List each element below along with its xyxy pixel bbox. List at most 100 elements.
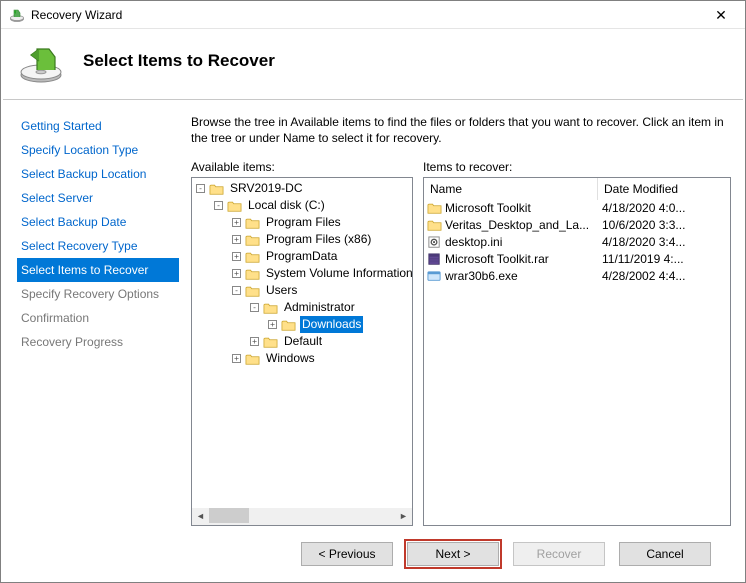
tree-node-label[interactable]: Default <box>282 333 324 350</box>
nav-step-7: Specify Recovery Options <box>17 282 179 306</box>
list-item[interactable]: Veritas_Desktop_and_La...10/6/2020 3:3..… <box>424 217 730 234</box>
folder-icon <box>245 353 260 365</box>
recovery-icon <box>17 37 65 85</box>
item-name: wrar30b6.exe <box>445 268 602 285</box>
folder-icon <box>281 319 296 331</box>
item-name: Microsoft Toolkit <box>445 200 602 217</box>
item-name: Veritas_Desktop_and_La... <box>445 217 602 234</box>
tree-node[interactable]: + ProgramData <box>192 248 412 265</box>
tree-node[interactable]: + System Volume Information <box>192 265 412 282</box>
tree-node-label[interactable]: SRV2019-DC <box>228 180 304 197</box>
tree-node[interactable]: + Program Files <box>192 214 412 231</box>
folder-icon <box>263 302 278 314</box>
item-date: 4/18/2020 4:0... <box>602 200 730 217</box>
folder-icon <box>427 202 442 215</box>
scroll-thumb[interactable] <box>209 508 249 523</box>
tree-node-label[interactable]: Program Files (x86) <box>264 231 373 248</box>
available-items-pane: Available items: -SRV2019-DC-Local disk … <box>191 160 413 526</box>
scroll-left-icon[interactable]: ◄ <box>192 508 209 525</box>
folder-icon <box>245 251 260 263</box>
tree-view[interactable]: -SRV2019-DC-Local disk (C:)+Program File… <box>191 177 413 526</box>
list-item[interactable]: wrar30b6.exe4/28/2002 4:4... <box>424 268 730 285</box>
nav-step-3[interactable]: Select Server <box>17 186 179 210</box>
item-date: 4/28/2002 4:4... <box>602 268 730 285</box>
items-to-recover-pane: Items to recover: Name Date Modified Mic… <box>423 160 731 526</box>
nav-step-0[interactable]: Getting Started <box>17 114 179 138</box>
tree-node[interactable]: + Downloads <box>192 316 412 333</box>
tree-node-label[interactable]: Administrator <box>282 299 357 316</box>
tree-node[interactable]: - Users <box>192 282 412 299</box>
tree-node[interactable]: + Program Files (x86) <box>192 231 412 248</box>
body: Getting StartedSpecify Location TypeSele… <box>1 100 745 582</box>
horizontal-scrollbar[interactable]: ◄ ► <box>192 508 412 525</box>
list-view[interactable]: Name Date Modified Microsoft Toolkit4/18… <box>423 177 731 526</box>
folder-icon <box>427 219 442 232</box>
page-heading: Select Items to Recover <box>83 51 275 71</box>
item-date: 10/6/2020 3:3... <box>602 217 730 234</box>
nav-step-6[interactable]: Select Items to Recover <box>17 258 179 282</box>
folder-icon <box>245 217 260 229</box>
wizard-icon <box>9 7 25 23</box>
settings-file-icon <box>427 236 442 249</box>
folder-icon <box>209 183 224 195</box>
instructions-text: Browse the tree in Available items to fi… <box>191 114 731 146</box>
tree-node-label[interactable]: System Volume Information <box>264 265 412 282</box>
list-columns: Name Date Modified <box>424 178 730 200</box>
nav-step-4[interactable]: Select Backup Date <box>17 210 179 234</box>
tree-node-label[interactable]: Program Files <box>264 214 343 231</box>
folder-icon <box>227 200 242 212</box>
list-item[interactable]: desktop.ini4/18/2020 3:4... <box>424 234 730 251</box>
close-button[interactable]: ✕ <box>701 2 741 28</box>
tree-node-label[interactable]: ProgramData <box>264 248 339 265</box>
item-date: 11/11/2019 4:... <box>602 251 730 268</box>
item-date: 4/18/2020 3:4... <box>602 234 730 251</box>
title-bar: Recovery Wizard ✕ <box>1 1 745 29</box>
window-title: Recovery Wizard <box>31 8 701 22</box>
tree-node-label[interactable]: Windows <box>264 350 317 367</box>
collapse-icon[interactable]: - <box>196 184 205 193</box>
expand-icon[interactable]: + <box>268 320 277 329</box>
folder-icon <box>245 234 260 246</box>
tree-node[interactable]: - Administrator <box>192 299 412 316</box>
folder-icon <box>245 285 260 297</box>
expand-icon[interactable]: + <box>232 218 241 227</box>
tree-node[interactable]: - SRV2019-DC <box>192 180 412 197</box>
expand-icon[interactable]: + <box>232 235 241 244</box>
item-name: Microsoft Toolkit.rar <box>445 251 602 268</box>
collapse-icon[interactable]: - <box>214 201 223 210</box>
cancel-button[interactable]: Cancel <box>619 542 711 566</box>
button-row: < Previous Next > Recover Cancel <box>191 526 731 582</box>
tree-node[interactable]: - Local disk (C:) <box>192 197 412 214</box>
nav-step-2[interactable]: Select Backup Location <box>17 162 179 186</box>
previous-button[interactable]: < Previous <box>301 542 393 566</box>
nav-step-9: Recovery Progress <box>17 330 179 354</box>
archive-file-icon <box>427 253 442 266</box>
scroll-right-icon[interactable]: ► <box>395 508 412 525</box>
item-name: desktop.ini <box>445 234 602 251</box>
expand-icon[interactable]: + <box>232 269 241 278</box>
recover-button: Recover <box>513 542 605 566</box>
nav-step-8: Confirmation <box>17 306 179 330</box>
expand-icon[interactable]: + <box>232 252 241 261</box>
tree-node-label[interactable]: Local disk (C:) <box>246 197 327 214</box>
next-button[interactable]: Next > <box>407 542 499 566</box>
nav-list: Getting StartedSpecify Location TypeSele… <box>1 100 179 582</box>
panes: Available items: -SRV2019-DC-Local disk … <box>191 160 731 526</box>
tree-node[interactable]: + Windows <box>192 350 412 367</box>
list-item[interactable]: Microsoft Toolkit4/18/2020 4:0... <box>424 200 730 217</box>
expand-icon[interactable]: + <box>232 354 241 363</box>
column-date-modified[interactable]: Date Modified <box>598 178 730 200</box>
column-name[interactable]: Name <box>424 178 598 200</box>
expand-icon[interactable]: + <box>250 337 259 346</box>
tree-node-label[interactable]: Downloads <box>300 316 363 333</box>
nav-step-5[interactable]: Select Recovery Type <box>17 234 179 258</box>
tree-node[interactable]: + Default <box>192 333 412 350</box>
recovery-wizard-window: Recovery Wizard ✕ Select Items to Recove… <box>0 0 746 583</box>
tree-node-label[interactable]: Users <box>264 282 299 299</box>
list-item[interactable]: Microsoft Toolkit.rar11/11/2019 4:... <box>424 251 730 268</box>
nav-step-1[interactable]: Specify Location Type <box>17 138 179 162</box>
collapse-icon[interactable]: - <box>250 303 259 312</box>
collapse-icon[interactable]: - <box>232 286 241 295</box>
folder-icon <box>263 336 278 348</box>
application-file-icon <box>427 270 442 283</box>
